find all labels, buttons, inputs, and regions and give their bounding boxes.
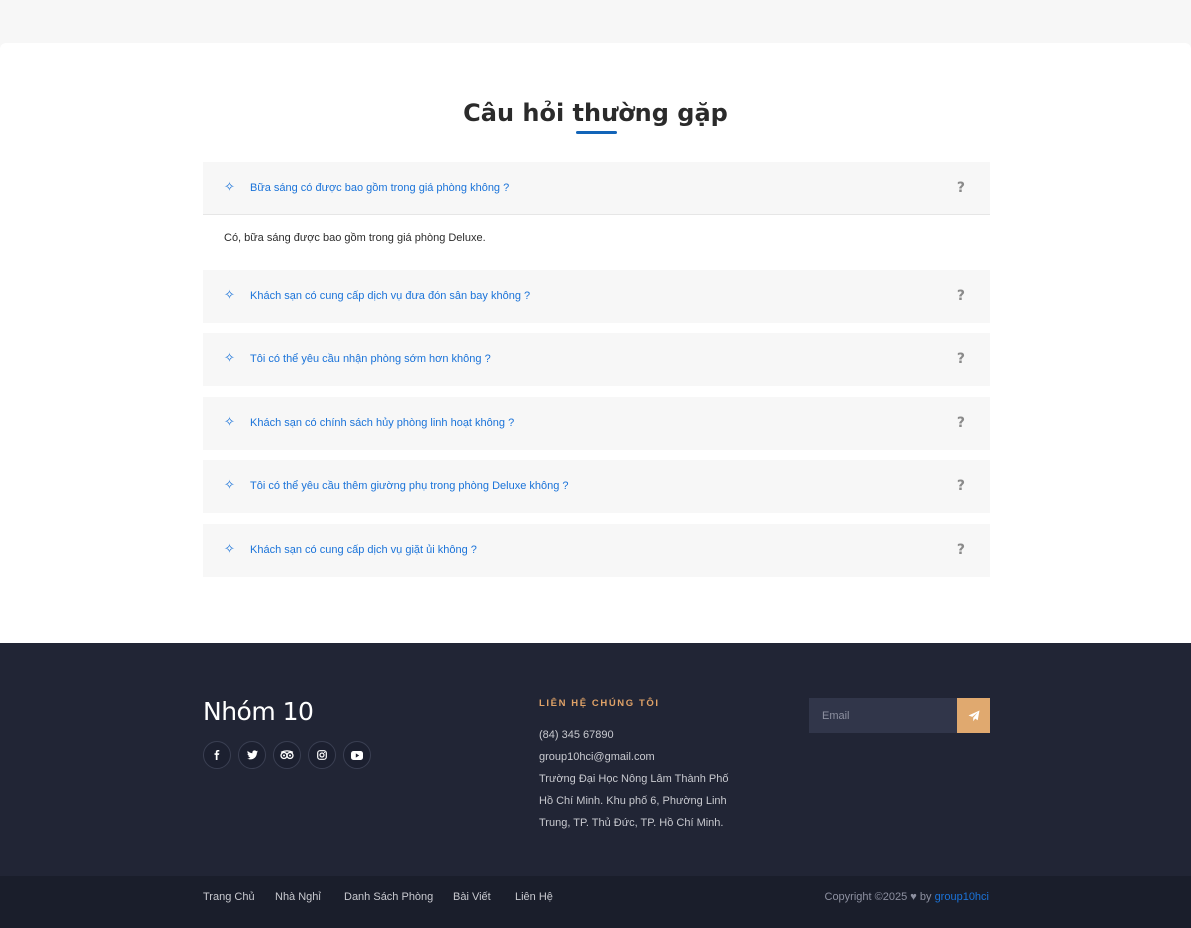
diamond-sparkle-icon: ✧ [224, 180, 235, 195]
heart-icon: ♥ [910, 891, 917, 903]
footer-nav-guesthouse[interactable]: Nhà Nghỉ [275, 890, 321, 904]
faq-question: Bữa sáng có được bao gồm trong giá phòng… [250, 182, 510, 194]
footer-nav-blog[interactable]: Bài Viết [453, 890, 491, 904]
question-mark-icon: ? [956, 288, 965, 304]
contact-heading: LIÊN HỆ CHÚNG TÔI [539, 698, 660, 709]
question-mark-icon: ? [956, 542, 965, 558]
faq-question: Khách sạn có cung cấp dịch vụ giặt ủi kh… [250, 544, 477, 556]
faq-question: Tôi có thể yêu cầu nhận phòng sớm hơn kh… [250, 353, 491, 365]
faq-question: Khách sạn có cung cấp dịch vụ đưa đón sâ… [250, 290, 531, 302]
send-button[interactable] [957, 698, 990, 733]
question-mark-icon: ? [956, 351, 965, 367]
copyright-text: Copyright ©2025 [824, 891, 908, 903]
faq-item-breakfast[interactable]: ✧ Bữa sáng có được bao gồm trong giá phò… [203, 162, 990, 215]
facebook-icon[interactable] [203, 741, 231, 769]
footer-nav-contact[interactable]: Liên Hệ [515, 890, 553, 904]
footer-nav-home[interactable]: Trang Chủ [203, 890, 255, 904]
question-mark-icon: ? [956, 180, 965, 196]
page-title: Câu hỏi thường gặp [463, 99, 728, 127]
faq-item-early-checkin[interactable]: ✧ Tôi có thể yêu cầu nhận phòng sớm hơn … [203, 333, 990, 386]
footer-nav-rooms[interactable]: Danh Sách Phòng [344, 890, 433, 904]
diamond-sparkle-icon: ✧ [224, 478, 235, 493]
twitter-icon[interactable] [238, 741, 266, 769]
faq-question: Tôi có thể yêu cầu thêm giường phụ trong… [250, 480, 569, 492]
diamond-sparkle-icon: ✧ [224, 288, 235, 303]
copyright-author-link[interactable]: group10hci [935, 891, 989, 903]
diamond-sparkle-icon: ✧ [224, 542, 235, 557]
footer-bottom-bar [0, 876, 1191, 928]
faq-item-extra-bed[interactable]: ✧ Tôi có thể yêu cầu thêm giường phụ tro… [203, 460, 990, 513]
faq-item-cancellation[interactable]: ✧ Khách sạn có chính sách hủy phòng linh… [203, 397, 990, 450]
paper-plane-icon [968, 710, 979, 721]
contact-email[interactable]: group10hci@gmail.com [539, 746, 655, 768]
question-mark-icon: ? [956, 415, 965, 431]
copyright-by: by [919, 891, 932, 903]
faq-question: Khách sạn có chính sách hủy phòng linh h… [250, 417, 515, 429]
diamond-sparkle-icon: ✧ [224, 415, 235, 430]
instagram-icon[interactable] [308, 741, 336, 769]
diamond-sparkle-icon: ✧ [224, 351, 235, 366]
question-mark-icon: ? [956, 478, 965, 494]
faq-answer: Có, bữa sáng được bao gồm trong giá phòn… [224, 232, 486, 244]
youtube-icon[interactable] [343, 741, 371, 769]
contact-address-line: Trường Đại Học Nông Lâm Thành Phố [539, 773, 729, 785]
faq-item-laundry[interactable]: ✧ Khách sạn có cung cấp dịch vụ giặt ủi … [203, 524, 990, 577]
title-underline [576, 131, 617, 134]
contact-address-line: Trung, TP. Thủ Đức, TP. Hồ Chí Minh. [539, 817, 724, 829]
faq-item-airport-shuttle[interactable]: ✧ Khách sạn có cung cấp dịch vụ đưa đón … [203, 270, 990, 323]
contact-phone[interactable]: (84) 345 67890 [539, 724, 614, 746]
email-input[interactable] [809, 698, 957, 733]
newsletter-form [809, 698, 990, 733]
tripadvisor-icon[interactable] [273, 741, 301, 769]
copyright: Copyright ©2025 ♥ by group10hci [825, 890, 990, 904]
footer-brand: Nhóm 10 [203, 697, 314, 726]
contact-address-line: Hồ Chí Minh. Khu phố 6, Phường Linh [539, 795, 727, 807]
